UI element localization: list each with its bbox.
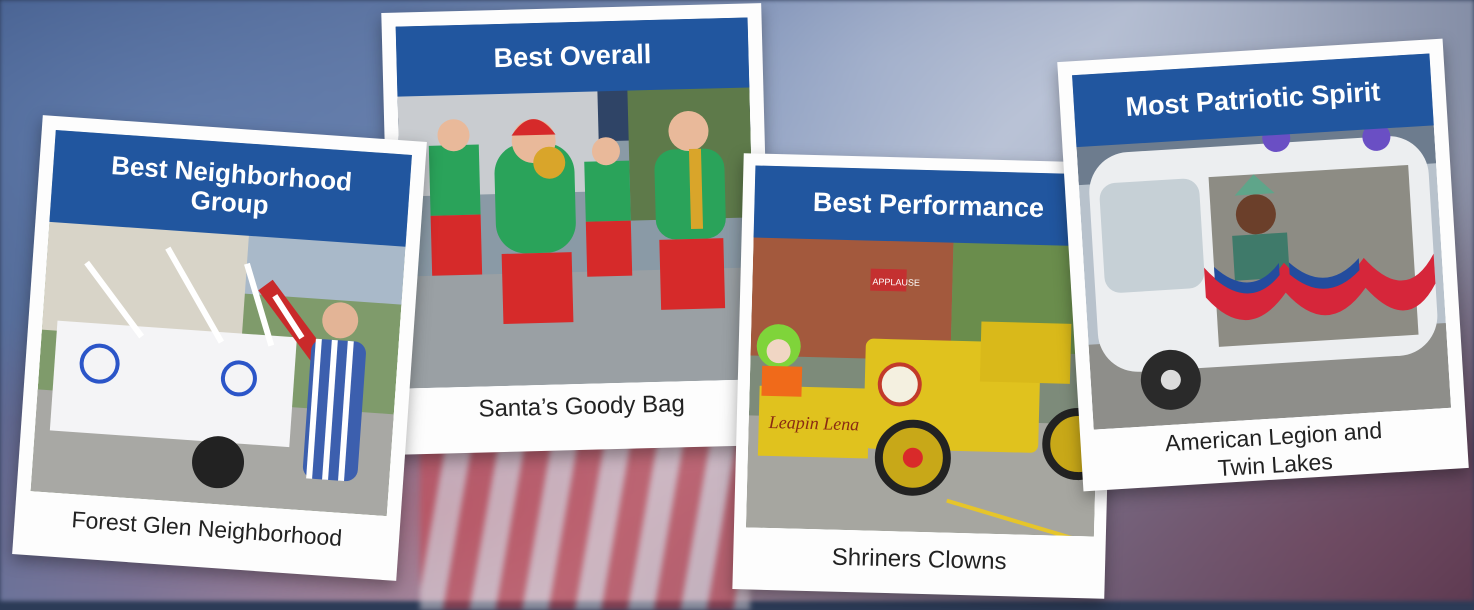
winner-caption: Santa’s Goody Bag	[405, 388, 758, 426]
flag-stripes-background	[420, 440, 750, 610]
winner-caption: Shriners Clowns	[745, 541, 1094, 579]
winner-name: Santa’s Goody Bag	[478, 390, 686, 423]
winner-name: Forest Glen Neighborhood	[70, 506, 343, 551]
award-title: Best Overall	[493, 39, 652, 74]
award-card-best-neighborhood-group: Best Neighborhood Group Forest Glen Neig…	[12, 115, 427, 581]
award-title: Most Patriotic Spirit	[1124, 76, 1382, 123]
vehicle-sign-text: Leapin Lena	[767, 412, 859, 434]
award-title-banner: Best Overall	[395, 17, 750, 97]
award-title-line-2: Group	[189, 184, 270, 221]
award-title: Best Performance	[812, 187, 1045, 224]
award-card-best-performance: Leapin Lena APPLAUSE Best Performance Sh…	[732, 153, 1116, 599]
award-title-banner: Best Performance	[753, 165, 1104, 247]
award-card-most-patriotic-spirit: Most Patriotic Spirit American Legion an…	[1057, 38, 1469, 492]
winner-name: Shriners Clowns	[831, 543, 1007, 576]
card-sign-text: APPLAUSE	[872, 277, 920, 288]
award-card-best-overall: Best Overall Santa’s Goody Bag	[381, 3, 773, 455]
